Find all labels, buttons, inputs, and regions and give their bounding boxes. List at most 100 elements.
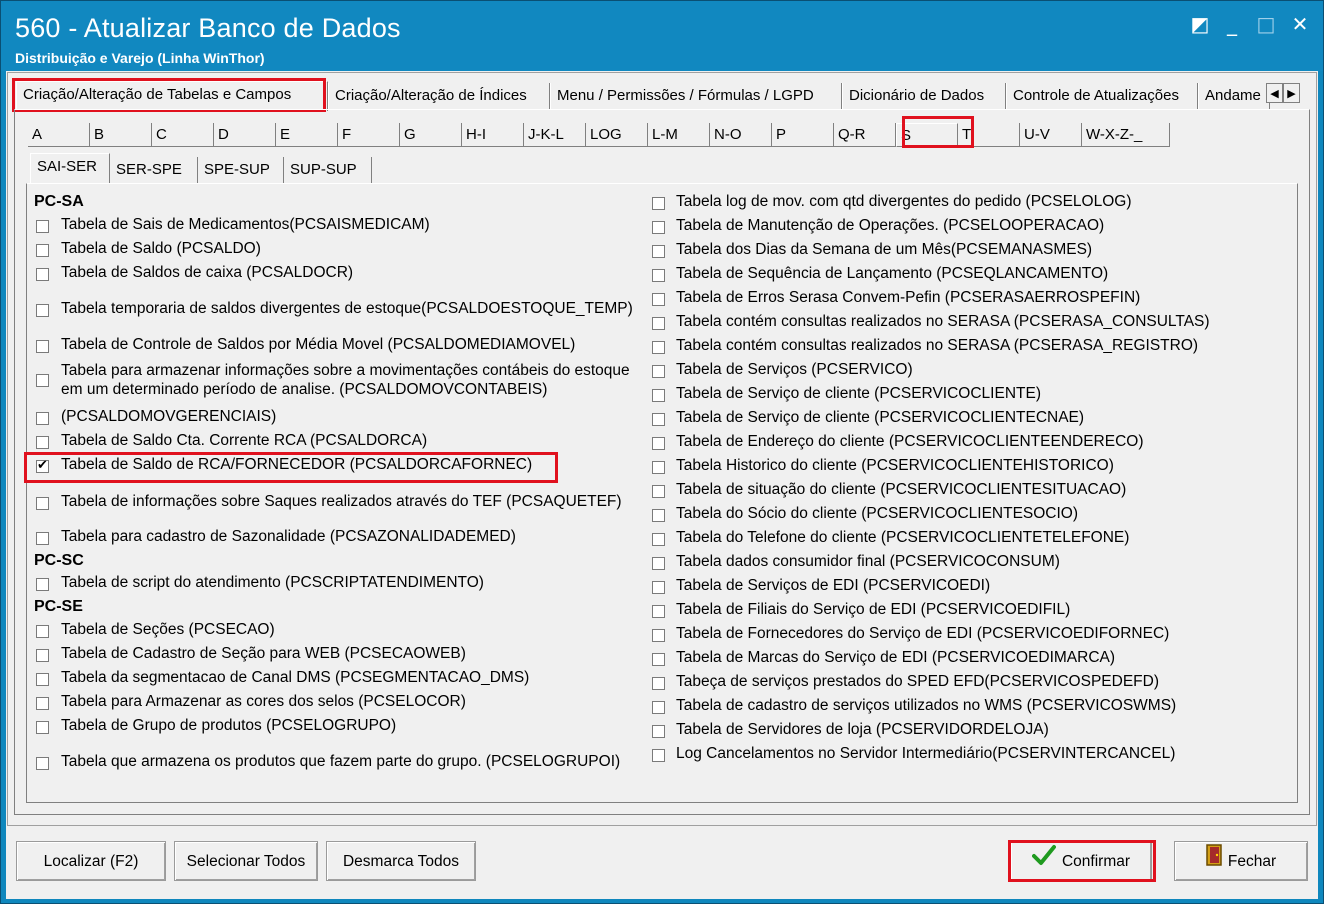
- letter-tab-b[interactable]: B: [90, 123, 152, 147]
- close-button[interactable]: ✕: [1287, 11, 1313, 37]
- checkbox[interactable]: [36, 374, 49, 387]
- checkbox[interactable]: [652, 629, 665, 642]
- checkbox[interactable]: [652, 269, 665, 282]
- checkbox[interactable]: [36, 625, 49, 638]
- desmarca-label: Desmarca Todos: [342, 853, 459, 870]
- checkbox[interactable]: [36, 497, 49, 510]
- item-label: Tabela contém consultas realizados no SE…: [676, 337, 1199, 354]
- checkbox[interactable]: [652, 245, 665, 258]
- checkbox[interactable]: [652, 701, 665, 714]
- checkbox[interactable]: [652, 413, 665, 426]
- selecionar-todos-button[interactable]: Selecionar Todos: [174, 841, 318, 881]
- checkbox[interactable]: [652, 677, 665, 690]
- item-label: Tabela de Filiais do Serviço de EDI (PCS…: [676, 601, 1071, 618]
- item-label: Tabela para cadastro de Sazonalidade (PC…: [61, 528, 516, 545]
- checkbox[interactable]: [36, 244, 49, 257]
- checkbox[interactable]: [652, 605, 665, 618]
- letter-tab-n-o[interactable]: N-O: [710, 123, 772, 147]
- item-label: Tabela de Servidores de loja (PCSERVIDOR…: [676, 721, 1049, 738]
- section-pc-sc: PC-SC: [34, 552, 84, 569]
- item-label: Tabela temporaria de saldos divergentes …: [61, 300, 633, 317]
- item-label: Tabela de Endereço do cliente (PCSERVICO…: [676, 433, 1144, 450]
- highlight-checked-item: [24, 452, 558, 483]
- item-label: Tabela dos Dias da Semana de um Mês(PCSE…: [676, 241, 1093, 258]
- checkbox[interactable]: [652, 581, 665, 594]
- checkbox[interactable]: [652, 341, 665, 354]
- checkbox[interactable]: [652, 725, 665, 738]
- tab-scroll-left-icon[interactable]: ◀: [1266, 83, 1283, 103]
- sub-tab-sup-sup[interactable]: SUP-SUP: [284, 157, 372, 183]
- tab-andamento[interactable]: Andame: [1198, 83, 1270, 109]
- highlight-main-tab: [12, 78, 326, 112]
- letter-tab-j-k-l[interactable]: J-K-L: [524, 123, 586, 147]
- checkbox[interactable]: [36, 412, 49, 425]
- letter-tab-a[interactable]: A: [28, 123, 90, 147]
- checkbox[interactable]: [652, 557, 665, 570]
- checkbox[interactable]: [652, 365, 665, 378]
- item-label: Tabela para armazenar informações sobre …: [61, 362, 630, 379]
- letter-tab-e[interactable]: E: [276, 123, 338, 147]
- letter-tab-log[interactable]: LOG: [586, 123, 648, 147]
- letter-tab-u-v[interactable]: U-V: [1020, 123, 1082, 147]
- tab-scroll-right-icon[interactable]: ▶: [1283, 83, 1300, 103]
- minimize-button[interactable]: _: [1219, 11, 1245, 37]
- checkbox[interactable]: [652, 533, 665, 546]
- checkbox[interactable]: [652, 485, 665, 498]
- checkbox[interactable]: [652, 437, 665, 450]
- tab-dicionario-dados[interactable]: Dicionário de Dados: [842, 83, 1006, 109]
- checkbox[interactable]: [652, 461, 665, 474]
- fechar-button[interactable]: Fechar: [1174, 841, 1308, 881]
- item-label: Tabela de Grupo de produtos (PCSELOGRUPO…: [61, 717, 397, 734]
- restore-icon[interactable]: ◩: [1187, 11, 1213, 37]
- checkbox[interactable]: [36, 268, 49, 281]
- letter-tab-c[interactable]: C: [152, 123, 214, 147]
- checkbox[interactable]: [652, 509, 665, 522]
- checkbox[interactable]: [36, 436, 49, 449]
- checkbox[interactable]: [36, 697, 49, 710]
- checkbox[interactable]: [652, 317, 665, 330]
- checkbox[interactable]: [36, 220, 49, 233]
- item-label: Tabela contém consultas realizados no SE…: [676, 313, 1210, 330]
- item-label: Tabela de Sais de Medicamentos(PCSAISMED…: [61, 216, 430, 233]
- maximize-button[interactable]: □: [1253, 11, 1279, 37]
- letter-tab-w-x-z[interactable]: W-X-Z-_: [1082, 123, 1170, 147]
- checkbox[interactable]: [36, 673, 49, 686]
- sub-tab-sai-ser[interactable]: SAI-SER: [30, 153, 110, 183]
- checkbox[interactable]: [652, 293, 665, 306]
- sub-tab-spe-sup[interactable]: SPE-SUP: [198, 157, 284, 183]
- checkbox[interactable]: [36, 757, 49, 770]
- checkbox[interactable]: [36, 340, 49, 353]
- checkbox[interactable]: [652, 221, 665, 234]
- tab-controle-atualizacoes[interactable]: Controle de Atualizações: [1006, 83, 1198, 109]
- letter-tab-g[interactable]: G: [400, 123, 462, 147]
- item-label: Tabela de Seções (PCSECAO): [61, 621, 275, 638]
- desmarca-todos-button[interactable]: Desmarca Todos: [326, 841, 476, 881]
- item-label: Tabeça de serviços prestados do SPED EFD…: [676, 673, 1159, 690]
- checkbox[interactable]: [36, 578, 49, 591]
- selecionar-label: Selecionar Todos: [186, 853, 306, 870]
- letter-tab-l-m[interactable]: L-M: [648, 123, 710, 147]
- item-label: Tabela de Controle de Saldos por Média M…: [61, 336, 576, 353]
- item-label: Tabela de Sequência de Lançamento (PCSEQ…: [676, 265, 1109, 282]
- checkbox[interactable]: [36, 649, 49, 662]
- letter-tab-p[interactable]: P: [772, 123, 834, 147]
- tab-criacao-indices[interactable]: Criação/Alteração de Índices: [328, 83, 550, 109]
- letter-tab-d[interactable]: D: [214, 123, 276, 147]
- checkbox[interactable]: [36, 532, 49, 545]
- letter-tab-q-r[interactable]: Q-R: [834, 123, 896, 147]
- checkbox[interactable]: [652, 653, 665, 666]
- localizar-button[interactable]: Localizar (F2): [16, 841, 166, 881]
- item-label: Tabela do Telefone do cliente (PCSERVICO…: [676, 529, 1130, 546]
- tab-menu-permissoes[interactable]: Menu / Permissões / Fórmulas / LGPD: [550, 83, 842, 109]
- checkbox[interactable]: [36, 304, 49, 317]
- checkbox[interactable]: [652, 389, 665, 402]
- checkbox[interactable]: [652, 197, 665, 210]
- checkbox[interactable]: [36, 721, 49, 734]
- checkbox[interactable]: [652, 749, 665, 762]
- sub-tab-ser-spe[interactable]: SER-SPE: [110, 157, 198, 183]
- window-title: 560 - Atualizar Banco de Dados: [15, 13, 401, 43]
- section-pc-sa: PC-SA: [34, 193, 84, 210]
- letter-tab-f[interactable]: F: [338, 123, 400, 147]
- title-bar[interactable]: 560 - Atualizar Banco de Dados Distribui…: [1, 1, 1323, 71]
- letter-tab-h-i[interactable]: H-I: [462, 123, 524, 147]
